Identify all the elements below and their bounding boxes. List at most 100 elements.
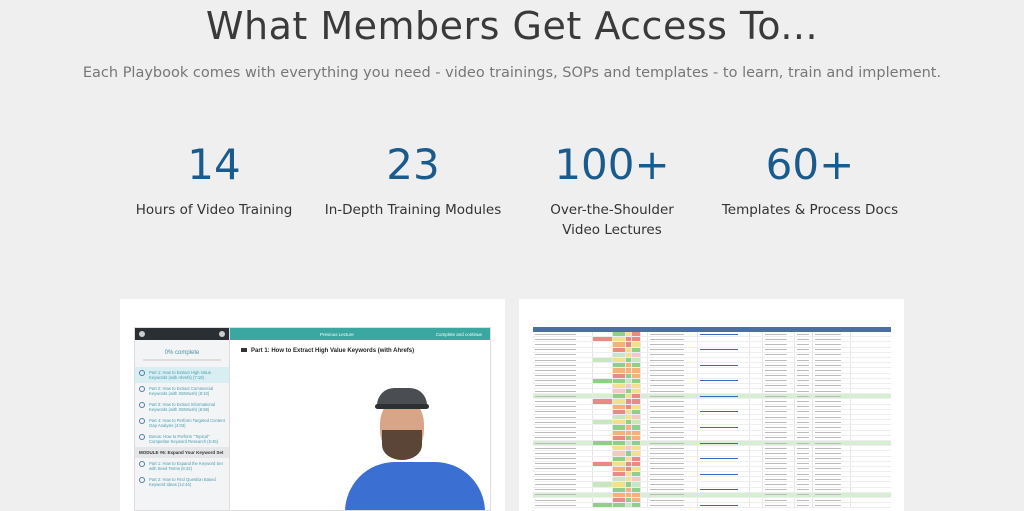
spreadsheet-cell (613, 498, 626, 503)
spreadsheet-cell (641, 492, 648, 497)
video-preview-card: 0% complete Part 1: How to Extract High … (120, 299, 505, 511)
spreadsheet-cell (795, 399, 813, 404)
spreadsheet-cell (648, 415, 698, 420)
spreadsheet-cell (698, 498, 750, 503)
spreadsheet-cell (593, 451, 613, 456)
spreadsheet-cell (533, 466, 593, 472)
spreadsheet-cell (632, 373, 641, 378)
spreadsheet-cell (648, 363, 698, 368)
lecture-status-icon (139, 418, 145, 424)
spreadsheet-cell (795, 430, 813, 435)
spreadsheet-cell (593, 487, 613, 492)
spreadsheet-cell (632, 378, 641, 383)
spreadsheet-cell (648, 404, 698, 409)
spreadsheet-cell (632, 466, 641, 472)
page-subtitle: Each Playbook comes with everything you … (82, 65, 942, 81)
spreadsheet-preview-card (519, 299, 904, 511)
spreadsheet-cell (533, 373, 593, 378)
spreadsheet-cell (750, 389, 763, 394)
stat-label: Hours of Video Training (135, 202, 293, 218)
spreadsheet-cell (698, 357, 750, 363)
lecture-label: Bonus: How to Perform "Topical" Competit… (149, 434, 219, 444)
spreadsheet-cell (813, 492, 851, 497)
spreadsheet-cell (533, 487, 593, 492)
lecture-label: Part 3: How to Extract Informational Key… (149, 402, 216, 412)
spreadsheet-cell (641, 456, 648, 461)
lecture-status-icon (139, 461, 145, 467)
spreadsheet-cell (632, 383, 641, 389)
lecture-status-icon (139, 477, 145, 483)
spreadsheet-cell (632, 409, 641, 414)
spreadsheet-cell (795, 409, 813, 414)
spreadsheet-cell (763, 347, 795, 352)
spreadsheet-cell (641, 383, 648, 389)
spreadsheet-cell (795, 477, 813, 482)
lecture-item: Bonus: How to Perform "Topical" Competit… (135, 431, 229, 447)
spreadsheet-cell (698, 482, 750, 487)
spreadsheet-cell (795, 446, 813, 451)
spreadsheet-cell (641, 404, 648, 409)
spreadsheet-cell (641, 498, 648, 503)
spreadsheet-cell (763, 477, 795, 482)
stat-hours: 14 Hours of Video Training (119, 140, 309, 220)
spreadsheet-cell (613, 461, 626, 466)
spreadsheet-cell (813, 482, 851, 487)
spreadsheet-cell (648, 446, 698, 451)
spreadsheet-cell (632, 399, 641, 404)
spreadsheet-cell (641, 347, 648, 352)
spreadsheet-cell (795, 425, 813, 430)
spreadsheet-cell (648, 503, 698, 508)
stat-label: In-Depth Training Modules (324, 202, 502, 218)
spreadsheet-cell (813, 456, 851, 461)
spreadsheet-cell (613, 357, 626, 363)
spreadsheet-cell (632, 368, 641, 373)
spreadsheet-cell (698, 477, 750, 482)
spreadsheet-cell (632, 389, 641, 394)
spreadsheet-cell (750, 430, 763, 435)
spreadsheet-cell (698, 415, 750, 420)
spreadsheet-cell (750, 378, 763, 383)
spreadsheet-cell (813, 472, 851, 477)
spreadsheet-cell (750, 472, 763, 477)
spreadsheet-cell (533, 420, 593, 425)
lecture-nav-bar: Previous Lecture Complete and continue (230, 328, 490, 340)
spreadsheet-cell (698, 492, 750, 497)
spreadsheet-cell (641, 477, 648, 482)
spreadsheet-cell (698, 435, 750, 440)
spreadsheet-cell (648, 461, 698, 466)
spreadsheet-cell (763, 337, 795, 342)
spreadsheet-cell (813, 498, 851, 503)
spreadsheet-cell (533, 492, 593, 497)
spreadsheet-cell (648, 394, 698, 399)
spreadsheet-cell (698, 503, 750, 508)
spreadsheet-cell (648, 440, 698, 446)
spreadsheet-cell (698, 430, 750, 435)
spreadsheet-cell (813, 420, 851, 425)
spreadsheet-cell (648, 332, 698, 337)
spreadsheet-cell (613, 440, 626, 446)
spreadsheet-cell (593, 394, 613, 399)
spreadsheet-cell (632, 415, 641, 420)
spreadsheet-cell (698, 342, 750, 347)
spreadsheet-cell (698, 363, 750, 368)
spreadsheet-cell (813, 409, 851, 414)
spreadsheet-cell (750, 446, 763, 451)
spreadsheet-cell (763, 498, 795, 503)
presenter-beard (382, 430, 422, 460)
spreadsheet-cell (750, 477, 763, 482)
spreadsheet-cell (533, 440, 593, 446)
spreadsheet-cell (533, 399, 593, 404)
spreadsheet-cell (613, 352, 626, 357)
stat-value: 100+ (554, 140, 670, 189)
spreadsheet-cell (813, 368, 851, 373)
spreadsheet-cell (750, 394, 763, 399)
spreadsheet-cell (750, 461, 763, 466)
stat-modules: 23 In-Depth Training Modules (318, 140, 508, 220)
spreadsheet-cell (648, 466, 698, 472)
spreadsheet-cell (632, 357, 641, 363)
spreadsheet-cell (613, 347, 626, 352)
spreadsheet-cell (750, 363, 763, 368)
spreadsheet-cell (533, 409, 593, 414)
stat-lectures: 100+ Over-the-Shoulder Video Lectures (517, 140, 707, 240)
previous-lecture-link: Previous Lecture (319, 331, 354, 337)
